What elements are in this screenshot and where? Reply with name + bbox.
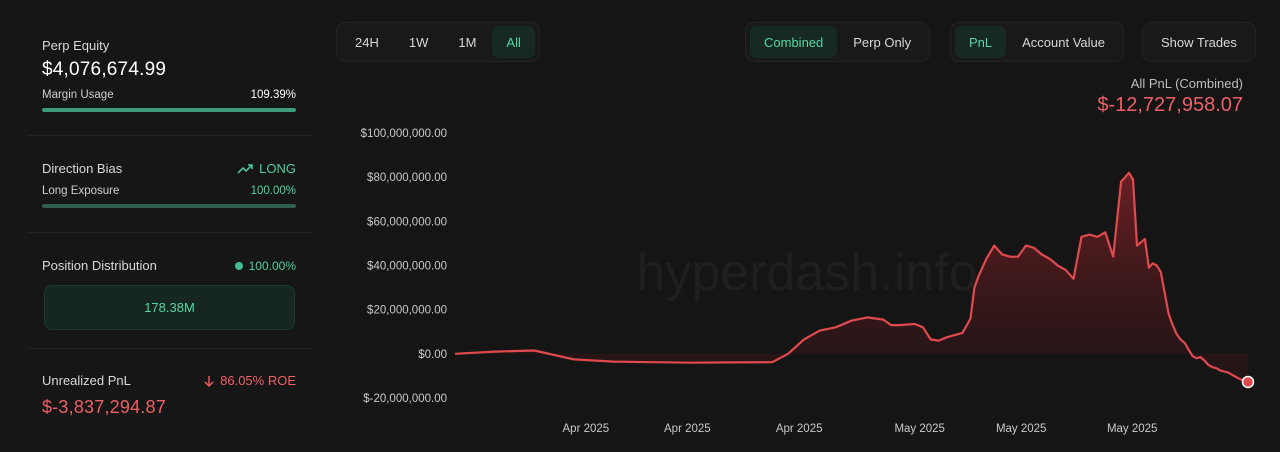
trending-up-icon — [237, 163, 253, 174]
y-tick-label: $100,000,000.00 — [361, 128, 447, 140]
pnl-end-marker[interactable] — [1241, 375, 1255, 389]
unrealized-pnl-label: Unrealized PnL — [42, 373, 131, 388]
roe-value: 86.05% ROE — [220, 373, 296, 388]
direction-bias-value: LONG — [259, 161, 296, 176]
direction-bias-card: Direction Bias LONG Long Exposure 100.00… — [42, 161, 296, 208]
x-tick-label: Apr 2025 — [664, 423, 711, 435]
direction-bias-value-group: LONG — [237, 161, 296, 176]
y-tick-label: $60,000,000.00 — [367, 216, 447, 228]
long-exposure-bar — [42, 204, 296, 208]
margin-usage-bar-fill — [42, 108, 296, 112]
divider — [28, 135, 312, 136]
perp-equity-label: Perp Equity — [42, 38, 110, 53]
long-exposure-label: Long Exposure — [42, 185, 120, 197]
x-tick-label: Apr 2025 — [563, 423, 610, 435]
x-tick-label: May 2025 — [894, 423, 945, 435]
perp-equity-value: $4,076,674.99 — [42, 59, 167, 80]
x-tick-label: Apr 2025 — [776, 423, 823, 435]
chart-panel: 24H 1W 1M All Combined Perp Only PnL Acc… — [312, 0, 1280, 452]
y-tick-label: $-20,000,000.00 — [363, 393, 447, 405]
watermark: hyperdash.info — [636, 244, 977, 302]
x-tick-label: May 2025 — [996, 423, 1047, 435]
stats-sidebar: Perp Equity $4,076,674.99 Margin Usage 1… — [0, 0, 312, 452]
position-size-value: 178.38M — [144, 300, 195, 315]
long-exposure-bar-fill — [42, 204, 296, 208]
y-tick-label: $20,000,000.00 — [367, 305, 447, 317]
dot-icon — [234, 261, 243, 270]
y-axis: $100,000,000.00 $80,000,000.00 $60,000,000… — [361, 128, 447, 405]
unrealized-pnl-card: Unrealized PnL 86.05% ROE $-3,837,294.87 — [42, 373, 296, 418]
arrow-down-icon — [204, 375, 214, 387]
y-tick-label: $40,000,000.00 — [367, 261, 447, 273]
direction-bias-label: Direction Bias — [42, 161, 123, 176]
divider — [28, 348, 312, 349]
position-distribution-value: 100.00% — [248, 258, 296, 273]
pnl-chart[interactable]: hyperdash.info $100,000,000.00 $80,000,00… — [312, 0, 1280, 452]
margin-usage-label: Margin Usage — [42, 89, 114, 101]
position-distribution-value-group: 100.00% — [234, 258, 296, 273]
y-tick-label: $80,000,000.00 — [367, 172, 447, 184]
margin-usage-bar — [42, 108, 296, 112]
divider — [28, 232, 312, 233]
y-tick-label: $0.00 — [418, 349, 447, 361]
position-distribution-card: Position Distribution 100.00% — [42, 258, 296, 273]
perp-equity-card: Perp Equity $4,076,674.99 Margin Usage 1… — [42, 38, 296, 112]
margin-usage-value: 109.39% — [250, 89, 296, 101]
position-distribution-label: Position Distribution — [42, 258, 157, 273]
position-distribution-box[interactable]: 178.38M — [44, 285, 295, 330]
x-axis: Apr 2025 Apr 2025 Apr 2025 May 2025 May 2025… — [563, 423, 1158, 435]
unrealized-pnl-value: $-3,837,294.87 — [42, 397, 166, 417]
x-tick-label: May 2025 — [1107, 423, 1158, 435]
long-exposure-value: 100.00% — [250, 185, 296, 197]
roe-group: 86.05% ROE — [204, 373, 296, 388]
